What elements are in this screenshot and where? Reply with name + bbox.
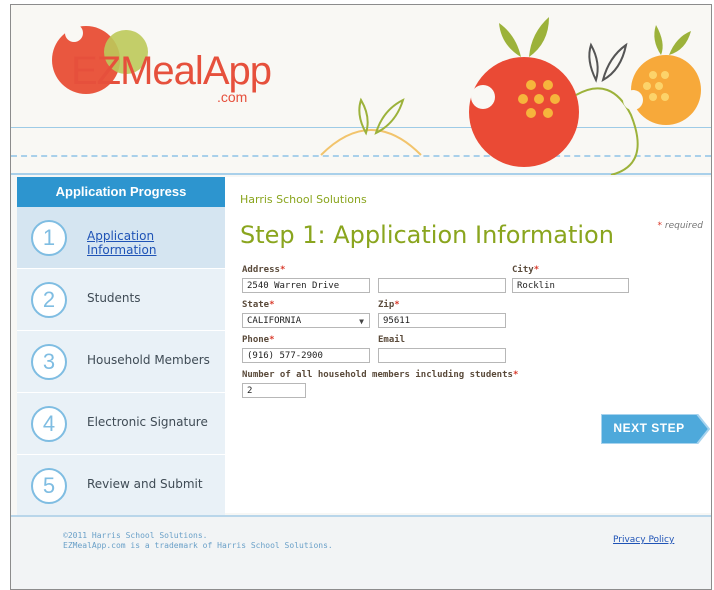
zip-input[interactable]: 95611 — [378, 313, 506, 328]
required-note: * required — [657, 221, 703, 231]
address-line2-input[interactable] — [378, 278, 506, 293]
next-step-label: NEXT STEP — [613, 421, 685, 435]
address-line1-input[interactable]: 2540 Warren Drive — [242, 278, 370, 293]
red-apple — [469, 57, 579, 167]
step-number-icon: 2 — [31, 282, 67, 318]
step-label: Review and Submit — [87, 477, 203, 491]
step-label: Students — [87, 291, 141, 305]
step-students: 2 Students — [17, 269, 225, 331]
email-label: Email — [378, 335, 406, 345]
city-input[interactable]: Rocklin — [512, 278, 629, 293]
step-number-icon: 5 — [31, 468, 67, 504]
email-input[interactable] — [378, 348, 506, 363]
step-number-icon: 4 — [31, 406, 67, 442]
application-form: Harris School Solutions * required Step … — [225, 177, 711, 513]
logo-domain: .com — [217, 89, 248, 105]
step-application-information[interactable]: 1 Application Information — [17, 207, 225, 269]
page-title: Step 1: Application Information — [240, 221, 614, 249]
state-label: State* — [242, 300, 275, 310]
orange — [631, 55, 701, 125]
chevron-down-icon: ▼ — [359, 317, 364, 326]
zip-label: Zip* — [378, 300, 400, 310]
step-label: Household Members — [87, 353, 210, 367]
step-label: Electronic Signature — [87, 415, 208, 429]
state-selected-value: CALIFORNIA — [247, 316, 302, 326]
copyright-line-2: EZMealApp.com is a trademark of Harris S… — [63, 541, 333, 550]
application-progress-sidebar: Application Progress 1 Application Infor… — [17, 177, 225, 517]
next-step-button[interactable]: NEXT STEP — [600, 413, 711, 445]
household-count-input[interactable]: 2 — [242, 383, 306, 398]
step-review-and-submit: 5 Review and Submit — [17, 455, 225, 517]
step-household-members: 3 Household Members — [17, 331, 225, 393]
city-label: City* — [512, 265, 540, 275]
company-name: Harris School Solutions — [240, 193, 367, 206]
household-count-label: Number of all household members includin… — [242, 370, 519, 380]
footer: ©2011 Harris School Solutions. EZMealApp… — [11, 515, 711, 589]
phone-label: Phone* — [242, 335, 275, 345]
phone-input[interactable]: (916) 577-2900 — [242, 348, 370, 363]
header-banner: EZMealApp .com — [11, 5, 711, 175]
address-label: Address* — [242, 265, 286, 275]
logo-wordmark: EZMealApp — [71, 49, 272, 93]
step-electronic-signature: 4 Electronic Signature — [17, 393, 225, 455]
step-number-icon: 1 — [31, 220, 67, 256]
step-number-icon: 3 — [31, 344, 67, 380]
state-select[interactable]: CALIFORNIA ▼ — [242, 313, 370, 328]
copyright-line-1: ©2011 Harris School Solutions. — [63, 531, 208, 540]
privacy-policy-link[interactable]: Privacy Policy — [613, 535, 674, 545]
copyright: ©2011 Harris School Solutions. EZMealApp… — [63, 531, 333, 551]
sidebar-title: Application Progress — [17, 177, 225, 207]
app-window: EZMealApp .com Application Progress 1 Ap… — [10, 4, 712, 590]
step-label[interactable]: Application Information — [87, 229, 225, 257]
